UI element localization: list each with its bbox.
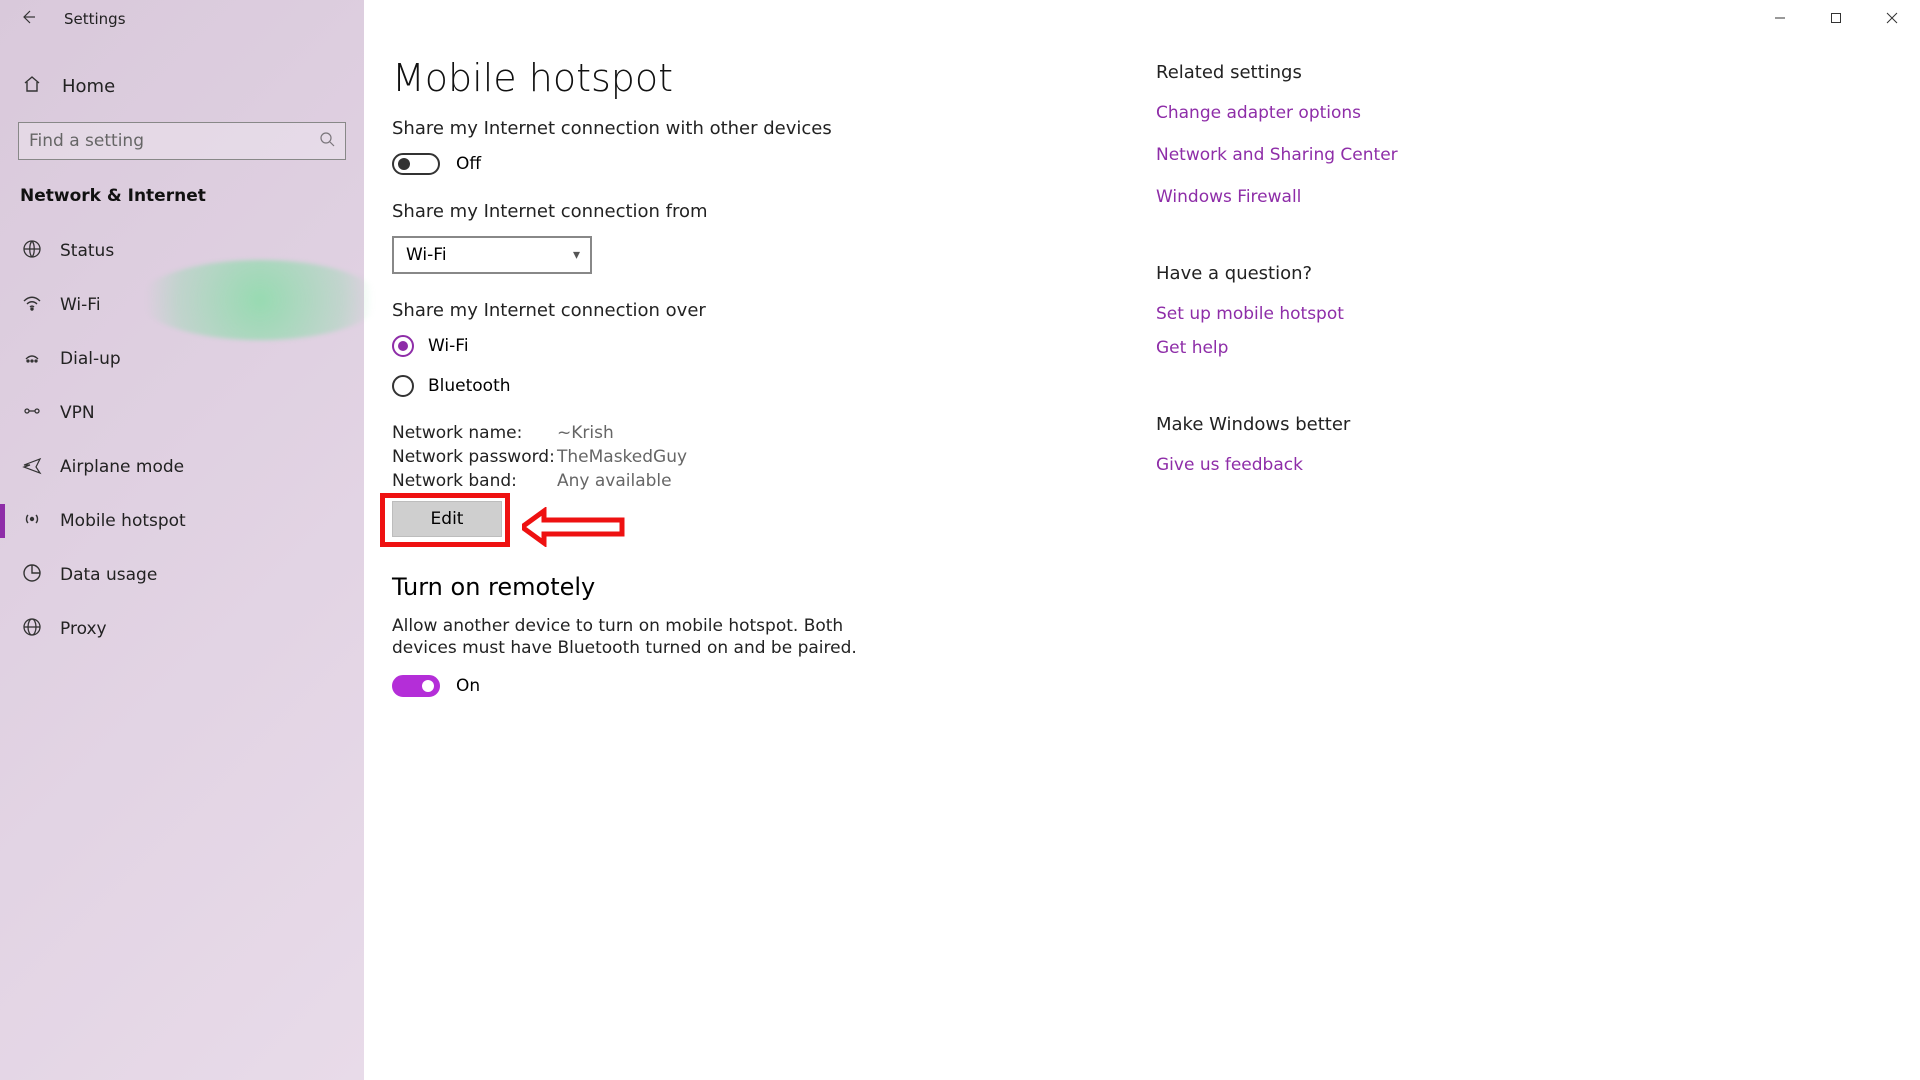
sidebar-item-label: Proxy <box>60 619 107 639</box>
sidebar-item-wifi[interactable]: Wi-Fi <box>0 278 364 332</box>
network-name-label: Network name: <box>392 423 557 443</box>
radio-icon <box>392 335 414 357</box>
sidebar-item-label: VPN <box>60 403 95 423</box>
link-get-help[interactable]: Get help <box>1156 338 1476 358</box>
network-password-label: Network password: <box>392 447 557 467</box>
sidebar-nav: Status Wi-Fi Dial-up VP <box>0 224 364 656</box>
sidebar: Settings Home Network & Internet <box>0 0 364 1080</box>
edit-button[interactable]: Edit <box>392 501 502 537</box>
link-network-sharing-center[interactable]: Network and Sharing Center <box>1156 145 1476 165</box>
proxy-icon <box>22 617 42 642</box>
sidebar-item-dialup[interactable]: Dial-up <box>0 332 364 386</box>
related-settings-title: Related settings <box>1156 62 1476 83</box>
vpn-icon <box>22 401 42 426</box>
window-chrome <box>1752 0 1920 36</box>
share-from-dropdown[interactable]: Wi-Fi ▾ <box>392 236 592 274</box>
sidebar-section-header: Network & Internet <box>0 180 364 224</box>
dialup-icon <box>22 347 42 372</box>
network-name-row: Network name: ~Krish <box>392 423 1156 443</box>
network-band-row: Network band: Any available <box>392 471 1156 491</box>
share-over-wifi-radio[interactable]: Wi-Fi <box>392 335 1156 357</box>
share-over-bluetooth-radio[interactable]: Bluetooth <box>392 375 1156 397</box>
remote-toggle[interactable] <box>392 675 440 697</box>
sidebar-item-proxy[interactable]: Proxy <box>0 602 364 656</box>
sidebar-item-label: Status <box>60 241 114 261</box>
sidebar-home[interactable]: Home <box>0 58 364 114</box>
wifi-icon <box>22 293 42 318</box>
right-pane: Related settings Change adapter options … <box>1156 0 1516 1080</box>
link-setup-mobile-hotspot[interactable]: Set up mobile hotspot <box>1156 304 1476 324</box>
annotation-arrow-icon <box>522 507 632 547</box>
sidebar-item-status[interactable]: Status <box>0 224 364 278</box>
maximize-button[interactable] <box>1808 0 1864 36</box>
datausage-icon <box>22 563 42 588</box>
make-windows-better-title: Make Windows better <box>1156 414 1476 435</box>
remote-toggle-text: On <box>456 676 480 696</box>
sidebar-item-label: Mobile hotspot <box>60 511 186 531</box>
radio-label: Bluetooth <box>428 376 511 396</box>
share-connection-toggle-text: Off <box>456 154 481 174</box>
sidebar-item-label: Dial-up <box>60 349 121 369</box>
remote-heading: Turn on remotely <box>392 573 1156 601</box>
minimize-button[interactable] <box>1752 0 1808 36</box>
home-icon <box>22 74 42 98</box>
link-give-us-feedback[interactable]: Give us feedback <box>1156 455 1476 475</box>
share-from-value: Wi-Fi <box>406 245 447 265</box>
network-password-value: TheMaskedGuy <box>557 447 687 467</box>
share-over-label: Share my Internet connection over <box>392 300 1156 321</box>
hotspot-icon <box>22 509 42 534</box>
status-icon <box>22 239 42 264</box>
share-connection-label: Share my Internet connection with other … <box>392 118 1156 139</box>
titlebar-title: Settings <box>64 10 126 28</box>
link-change-adapter-options[interactable]: Change adapter options <box>1156 103 1476 123</box>
close-button[interactable] <box>1864 0 1920 36</box>
search-box[interactable] <box>18 122 346 160</box>
network-name-value: ~Krish <box>557 423 614 443</box>
radio-label: Wi-Fi <box>428 336 469 356</box>
titlebar: Settings <box>0 0 364 38</box>
network-password-row: Network password: TheMaskedGuy <box>392 447 1156 467</box>
sidebar-item-airplane[interactable]: Airplane mode <box>0 440 364 494</box>
content: Mobile hotspot Share my Internet connect… <box>364 0 1156 1080</box>
main-area: Mobile hotspot Share my Internet connect… <box>364 0 1920 1080</box>
network-band-label: Network band: <box>392 471 557 491</box>
chevron-down-icon: ▾ <box>573 247 580 263</box>
toggle-knob <box>422 680 434 692</box>
toggle-knob <box>398 158 410 170</box>
sidebar-item-vpn[interactable]: VPN <box>0 386 364 440</box>
remote-description: Allow another device to turn on mobile h… <box>392 615 862 659</box>
sidebar-item-data-usage[interactable]: Data usage <box>0 548 364 602</box>
link-windows-firewall[interactable]: Windows Firewall <box>1156 187 1476 207</box>
sidebar-item-label: Data usage <box>60 565 157 585</box>
share-connection-toggle[interactable] <box>392 153 440 175</box>
page-title: Mobile hotspot <box>392 56 1156 100</box>
airplane-icon <box>22 455 42 480</box>
share-from-label: Share my Internet connection from <box>392 201 1156 222</box>
sidebar-item-label: Wi-Fi <box>60 295 101 315</box>
question-title: Have a question? <box>1156 263 1476 284</box>
network-band-value: Any available <box>557 471 672 491</box>
back-arrow-icon[interactable] <box>20 9 36 29</box>
search-wrap <box>18 122 346 160</box>
sidebar-home-label: Home <box>62 76 115 97</box>
search-icon <box>319 131 335 151</box>
sidebar-item-label: Airplane mode <box>60 457 184 477</box>
sidebar-item-mobile-hotspot[interactable]: Mobile hotspot <box>0 494 364 548</box>
radio-icon <box>392 375 414 397</box>
search-input[interactable] <box>29 131 319 151</box>
